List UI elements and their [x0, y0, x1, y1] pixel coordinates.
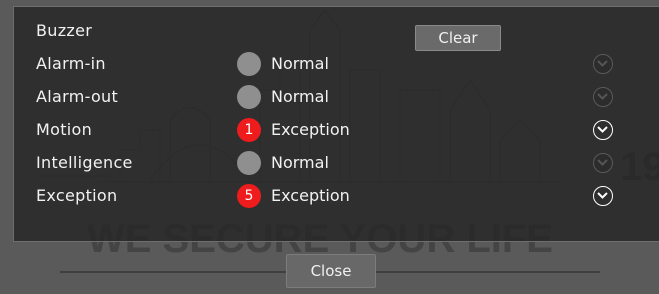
chevron-down-icon[interactable] [593, 186, 613, 206]
chevron-down-icon[interactable] [593, 153, 613, 173]
status-dot [237, 151, 261, 175]
alarm-row-alarm-in: Alarm-in Normal [14, 48, 659, 80]
alarm-row-exception: Exception 5 Exception [14, 180, 659, 212]
status-text: Exception [271, 120, 350, 139]
status-count-badge: 1 [237, 118, 261, 142]
alarm-status-dialog: Buzzer Clear Alarm-in Normal Alarm-out N… [13, 6, 659, 242]
alarm-row-alarm-out: Alarm-out Normal [14, 81, 659, 113]
close-button[interactable]: Close [286, 254, 376, 288]
alarm-row-intelligence: Intelligence Normal [14, 147, 659, 179]
row-label: Intelligence [36, 153, 133, 172]
buzzer-row: Buzzer Clear [14, 15, 659, 51]
status-dot [237, 85, 261, 109]
alarm-row-motion: Motion 1 Exception [14, 114, 659, 146]
status-text: Normal [271, 54, 329, 73]
status-count-badge: 5 [237, 184, 261, 208]
row-label: Alarm-in [36, 54, 106, 73]
status-dot [237, 52, 261, 76]
buzzer-label: Buzzer [36, 21, 93, 40]
row-label: Alarm-out [36, 87, 119, 106]
chevron-down-icon[interactable] [593, 54, 613, 74]
status-text: Normal [271, 153, 329, 172]
chevron-down-icon[interactable] [593, 120, 613, 140]
status-text: Normal [271, 87, 329, 106]
chevron-down-icon[interactable] [593, 87, 613, 107]
row-label: Motion [36, 120, 93, 139]
status-text: Exception [271, 186, 350, 205]
row-label: Exception [36, 186, 118, 205]
